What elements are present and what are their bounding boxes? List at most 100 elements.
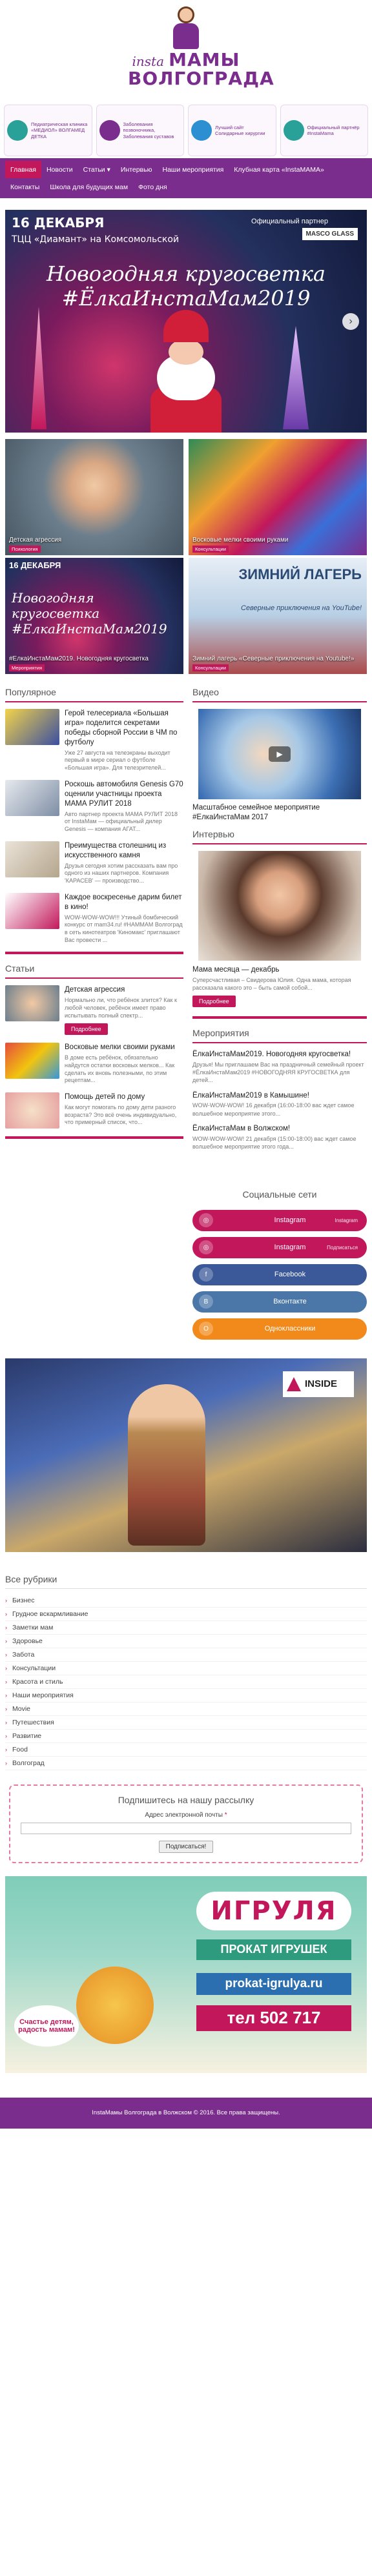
igrulya-ad-banner[interactable]: Счастье детям, радость мамам! ИГРУЛЯ ПРО… [5, 1876, 367, 2073]
rubric-link[interactable]: › Бизнес [5, 1594, 367, 1608]
nav-item-interview[interactable]: Интервью [116, 161, 158, 178]
interview-title: Интервью [192, 829, 367, 844]
nav-item-news[interactable]: Новости [41, 161, 78, 178]
post-thumbnail[interactable] [5, 779, 59, 816]
rubric-link[interactable]: › Развитие [5, 1730, 367, 1743]
sponsor-banner[interactable]: Педиатрическая клиника «МЕДИОЛ» ВОЛГАМЕД… [4, 105, 92, 156]
nav-item-articles[interactable]: Статьи ▾ [78, 161, 116, 178]
rubric-link[interactable]: › Movie [5, 1702, 367, 1716]
post-title[interactable]: Роскошь автомобиля Genesis G70 оценили у… [65, 780, 183, 809]
camp-subtitle: Северные приключения на YouTube! [241, 604, 362, 612]
post-thumbnail[interactable] [5, 709, 59, 745]
event-item[interactable]: ЁлкаИнстаМам2019 в Камышине! WOW-WOW-WOW… [192, 1091, 367, 1118]
social-title: Социальные сети [242, 1189, 317, 1200]
video-widget[interactable]: ▶ Масштабное семейное мероприятие #ЕлкаИ… [192, 709, 367, 823]
event-title[interactable]: ЁлкаИнстаМам в Волжском! [192, 1124, 367, 1134]
nav-item-photo-of-day[interactable]: Фото дня [133, 178, 172, 196]
rubric-link[interactable]: › Забота [5, 1648, 367, 1662]
category-badge[interactable]: Психология [9, 546, 41, 553]
post-thumbnail[interactable] [5, 985, 59, 1022]
facebook-button[interactable]: f Facebook [192, 1263, 367, 1285]
igrulya-service: ПРОКАТ ИГРУШЕК [196, 1939, 351, 1960]
post-title[interactable]: Восковые мелки своими руками [65, 1043, 183, 1052]
nav-item-contacts[interactable]: Контакты [5, 178, 45, 196]
slider-date: 16 ДЕКАБРЯ [12, 215, 105, 230]
slider-next-button[interactable]: › [342, 313, 359, 330]
rubric-link[interactable]: › Food [5, 1743, 367, 1757]
odnoklassniki-icon: O [199, 1322, 213, 1336]
post-title[interactable]: Преимущества столешниц из искусственного… [65, 841, 183, 861]
nav-item-school[interactable]: Школа для будущих мам [45, 178, 133, 196]
event-item[interactable]: ЁлкаИнстаМам2019. Новогодняя кругосветка… [192, 1050, 367, 1084]
post-thumbnail[interactable] [5, 841, 59, 877]
nav-item-home[interactable]: Главная [5, 161, 41, 178]
rubric-link[interactable]: › Заметки мам [5, 1621, 367, 1635]
sponsor-banner[interactable]: Заболевания позвоночника, Заболевания су… [96, 105, 184, 156]
subscribe-button[interactable]: Подписаться! [158, 1840, 214, 1853]
rubric-link[interactable]: › Наши мероприятия [5, 1689, 367, 1702]
category-badge[interactable]: Консультации [192, 664, 229, 671]
featured-tile[interactable]: ЗИМНИЙ ЛАГЕРЬ Северные приключения на Yo… [189, 558, 367, 674]
list-item[interactable]: Восковые мелки своими руками В доме есть… [5, 1043, 183, 1085]
chevron-right-icon: › [5, 1692, 7, 1699]
video-thumbnail[interactable]: ▶ [198, 709, 361, 799]
rubric-link[interactable]: › Красота и стиль [5, 1675, 367, 1689]
play-icon[interactable]: ▶ [269, 746, 291, 762]
post-excerpt: Нормально ли, что ребёнок злится? Как к … [65, 997, 177, 1019]
post-title[interactable]: Помощь детей по дому [65, 1092, 183, 1102]
santa-illustration [144, 310, 228, 433]
list-item[interactable]: Герой телесериала «Большая игра» поделит… [5, 709, 183, 772]
odnoklassniki-button[interactable]: O Одноклассники [192, 1318, 367, 1340]
nav-item-events[interactable]: Наши мероприятия [157, 161, 229, 178]
site-logo[interactable]: insta МАМЫ ВОЛГОГРАДА [128, 4, 274, 101]
chevron-right-icon: › [5, 1732, 7, 1739]
featured-tile[interactable]: 16 ДЕКАБРЯ Новогодняя кругосветка #ЕлкаИ… [5, 558, 183, 674]
nav-item-club-card[interactable]: Клубная карта «InstaMAMA» [229, 161, 329, 178]
inside-ad-banner[interactable]: INSIDE [5, 1358, 367, 1552]
event-title[interactable]: ЁлкаИнстаМам2019. Новогодняя кругосветка… [192, 1050, 367, 1059]
list-item[interactable]: Помощь детей по дому Как могут помогать … [5, 1092, 183, 1129]
read-more-button[interactable]: Подробнее [192, 996, 236, 1008]
events-title: Мероприятия [192, 1028, 367, 1044]
event-item[interactable]: ЁлкаИнстаМам в Волжском! WOW-WOW-WOW! 21… [192, 1124, 367, 1150]
post-thumbnail[interactable] [5, 892, 59, 929]
category-badge[interactable]: Мероприятия [9, 664, 45, 671]
post-title[interactable]: Герой телесериала «Большая игра» поделит… [65, 709, 183, 748]
rubric-link[interactable]: › Путешествия [5, 1716, 367, 1730]
interview-name[interactable]: Мама месяца — декабрь [192, 966, 367, 974]
vk-button[interactable]: B Вконтакте [192, 1291, 367, 1313]
igrulya-phone[interactable]: тел 502 717 [196, 2005, 351, 2031]
category-badge[interactable]: Консультации [192, 546, 229, 553]
inside-mark-icon [287, 1376, 301, 1391]
sponsor-banner[interactable]: Официальный партнёр #InstaMama [280, 105, 368, 156]
rubric-link[interactable]: › Консультации [5, 1662, 367, 1675]
post-thumbnail[interactable] [5, 1092, 59, 1129]
featured-tile[interactable]: Восковые мелки своими руками Консультаци… [189, 439, 367, 555]
email-field[interactable] [21, 1822, 351, 1834]
post-title[interactable]: Детская агрессия [65, 985, 183, 995]
post-title[interactable]: Каждое воскресенье дарим билет в кино! [65, 893, 183, 912]
instagram-button[interactable]: ◎ Instagram Instagram [192, 1209, 367, 1231]
list-item[interactable]: Роскошь автомобиля Genesis G70 оценили у… [5, 779, 183, 833]
post-thumbnail[interactable] [5, 1043, 59, 1079]
rubric-link[interactable]: › Волгоград [5, 1757, 367, 1770]
featured-caption: #ЕлкаИнстаМам2019. Новогодняя кругосветк… [9, 655, 149, 662]
featured-hashtag: Новогодняя кругосветка #ЕлкаИнстаМам2019 [12, 590, 167, 637]
post-excerpt: В доме есть ребёнок, обязательно найдутс… [65, 1054, 175, 1084]
igrulya-site[interactable]: prokat-igrulya.ru [196, 1972, 351, 1995]
interview-excerpt: Суперсчастливая – Свидерова Юлия. Одна м… [192, 976, 351, 992]
rubric-link[interactable]: › Здоровье [5, 1635, 367, 1648]
video-caption[interactable]: Масштабное семейное мероприятие #ЕлкаИнс… [192, 803, 367, 823]
interview-photo[interactable] [198, 850, 361, 961]
read-more-button[interactable]: Подробнее [65, 1023, 108, 1036]
event-title[interactable]: ЁлкаИнстаМам2019 в Камышине! [192, 1091, 367, 1101]
list-item[interactable]: Каждое воскресенье дарим билет в кино! W… [5, 892, 183, 945]
rubric-link[interactable]: › Грудное вскармливание [5, 1608, 367, 1621]
hero-slider[interactable]: 16 ДЕКАБРЯ ТЦЦ «Диамант» на Комсомольско… [5, 210, 367, 433]
list-item[interactable]: Преимущества столешниц из искусственного… [5, 841, 183, 885]
instagram-button[interactable]: ◎ Instagram Подписаться [192, 1236, 367, 1258]
featured-tile[interactable]: Детская агрессия Психология [5, 439, 183, 555]
sponsor-banner[interactable]: Лучший сайт Солидарные хирургии [188, 105, 276, 156]
featured-caption: Детская агрессия [9, 537, 62, 544]
list-item[interactable]: Детская агрессия Нормально ли, что ребён… [5, 985, 183, 1036]
